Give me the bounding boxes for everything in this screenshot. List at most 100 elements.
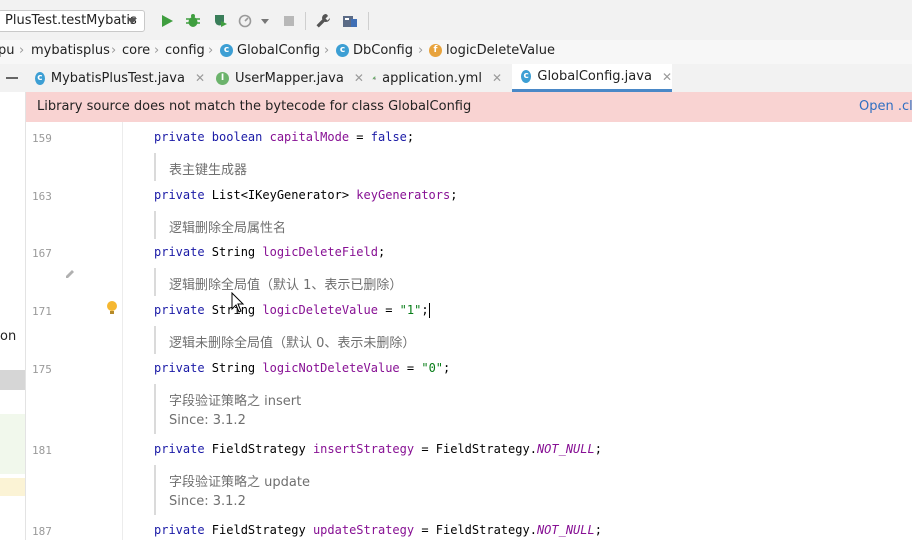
close-icon[interactable]: ✕ [354,71,364,85]
debug-icon[interactable] [185,13,201,29]
code-constant: NOT_NULL [536,442,595,456]
code-semicolon: ; [443,361,451,375]
code-string: "0" [421,361,444,375]
tab-label: UserMapper.java [235,70,344,86]
breadcrumb-label: config [165,43,205,58]
tab-label: application.yml [382,70,482,86]
code-value: false [370,130,407,144]
open-class-link[interactable]: Open .cl [859,99,912,114]
code-semicolon: ; [377,245,386,259]
highlighted-rows [0,414,25,474]
code-line: private String logicDeleteField; [154,245,385,259]
stop-icon[interactable] [281,13,297,29]
code-keyword: private [154,361,212,375]
tab-mybatisplustest[interactable]: c MybatisPlusTest.java ✕ [35,64,205,92]
breadcrumb-item[interactable]: c DbConfig [336,43,413,58]
toolbar-separator [368,12,369,30]
annotation-gutter[interactable] [92,122,123,540]
line-number: 159 [32,132,52,145]
chevron-right-icon: › [208,43,214,58]
banner-message: Library source does not match the byteco… [37,99,472,114]
breadcrumb-item[interactable]: c GlobalConfig [220,43,320,58]
chevron-right-icon: › [418,43,424,58]
coverage-icon[interactable] [212,13,228,29]
line-number: 187 [32,525,52,538]
code-string: "1" [399,303,422,317]
code-constant: NOT_NULL [536,523,595,537]
code-field: updateStrategy [312,523,415,537]
breadcrumb-item[interactable]: config [165,43,205,58]
code-semicolon: ; [406,130,415,144]
class-icon: c [336,44,349,57]
doc-comment: 表主键生成器 [169,163,248,178]
line-number: 171 [32,305,52,318]
tab-application-yml[interactable]: application.yml ✕ [372,64,502,92]
close-icon[interactable]: ✕ [195,71,205,85]
line-number: 181 [32,444,52,457]
chevron-right-icon: › [154,43,160,58]
doc-comment-bar [154,211,156,239]
chevron-right-icon: › [111,43,117,58]
breadcrumb-label: pu [0,43,15,58]
field-icon: f [429,44,442,57]
doc-comment-bar [154,153,156,181]
tab-usermapper[interactable]: I UserMapper.java ✕ [216,64,364,92]
doc-comment-bar [154,384,156,434]
breadcrumb-item[interactable]: f logicDeleteValue [429,43,555,58]
code-line: private String logicNotDeleteValue = "0"… [154,361,450,375]
project-structure-icon[interactable] [342,13,358,29]
line-number-gutter[interactable] [26,122,92,540]
chevron-down-icon[interactable] [260,13,270,29]
code-line: private List<IKeyGenerator> keyGenerator… [154,188,457,202]
doc-comment: 字段验证策略之 insert [169,394,302,409]
run-configuration-selector[interactable]: PlusTest.testMybatis [0,10,145,32]
close-icon[interactable]: ✕ [662,70,672,84]
code-operator: = FieldStrategy. [414,523,537,537]
panel-text-fragment: on [0,329,17,344]
code-keyword: private [154,245,212,259]
code-keyword: private [154,303,212,317]
code-type: FieldStrategy [211,523,313,537]
doc-since: Since: 3.1.2 [169,413,246,428]
selected-row[interactable] [0,370,25,390]
collapse-icon[interactable] [6,77,18,79]
wrench-icon[interactable] [315,13,331,29]
highlighted-row [0,478,25,496]
doc-comment: 逻辑删除全局值（默认 1、表示已删除） [169,278,403,293]
doc-since: Since: 3.1.2 [169,494,246,509]
code-semicolon: ; [421,303,429,317]
code-line-current: private String logicDeleteValue = "1"; [154,303,430,318]
code-keyword: private [154,188,212,202]
code-type: String [211,361,263,375]
breadcrumb-label: mybatisplus [31,43,110,58]
run-icon[interactable] [159,13,175,29]
yaml-file-icon [372,76,376,80]
tab-label: MybatisPlusTest.java [50,70,185,86]
close-icon[interactable]: ✕ [492,71,502,85]
tab-globalconfig[interactable]: c GlobalConfig.java ✕ [512,64,672,92]
breadcrumb-label: core [122,43,151,58]
doc-comment-bar [154,326,156,354]
code-keyword: private [154,523,212,537]
profiler-icon[interactable] [238,13,254,29]
breadcrumb-item[interactable]: mybatisplus [31,43,110,58]
doc-comment: 字段验证策略之 update [169,475,310,490]
text-caret [428,303,430,318]
doc-comment-bar [154,465,156,515]
pencil-icon[interactable] [64,268,76,280]
breadcrumb-label: logicDeleteValue [446,43,555,58]
editor-tab-bar: c MybatisPlusTest.java ✕ I UserMapper.ja… [0,64,912,93]
code-field: logicDeleteField [262,245,378,259]
code-type: String [211,245,263,259]
code-field: keyGenerators [356,188,451,202]
code-operator: = [399,361,422,375]
lightbulb-icon[interactable] [106,300,118,316]
breadcrumb-item[interactable]: core [122,43,150,58]
project-panel: on [0,92,26,540]
code-keyword: private [154,442,212,456]
breadcrumb-item[interactable]: pu [0,43,15,58]
code-field: insertStrategy [312,442,415,456]
code-keyword: private boolean [154,130,270,144]
code-semicolon: ; [450,188,458,202]
toolbar-separator [305,12,306,30]
